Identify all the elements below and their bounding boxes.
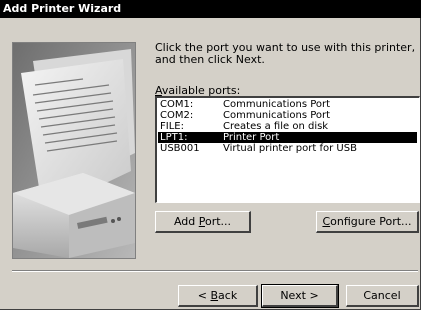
printer-paper-icon (13, 43, 135, 258)
back-label-post: ack (218, 289, 238, 302)
cancel-button[interactable]: Cancel (346, 285, 419, 307)
configure-port-label-post: onfigure Port... (330, 215, 412, 228)
configure-port-label-accel: C (322, 215, 331, 228)
window-title: Add Printer Wizard (3, 2, 122, 15)
port-name: LPT1: (160, 132, 188, 143)
list-item-selected[interactable]: LPT1: Printer Port (158, 132, 417, 143)
available-ports-list[interactable]: COM1: Communications Port COM2: Communic… (155, 96, 420, 203)
add-printer-wizard-window: Add Printer Wizard Click the port you wa… (0, 0, 421, 310)
add-port-label-post: ort... (204, 215, 232, 228)
add-port-button[interactable]: Add Port... (155, 211, 251, 233)
port-name: USB001 (160, 143, 200, 154)
port-description: Virtual printer port for USB (223, 143, 357, 154)
next-label: Next > (280, 289, 319, 302)
back-button[interactable]: < Back (178, 285, 258, 307)
port-description: Printer Port (223, 132, 280, 143)
port-description: Communications Port (223, 99, 331, 110)
printer-illustration (12, 42, 136, 259)
footer-separator (12, 270, 418, 272)
list-item[interactable]: COM2: Communications Port (158, 110, 417, 121)
cancel-label: Cancel (363, 289, 401, 302)
add-port-label-pre: Add (173, 215, 199, 228)
next-button[interactable]: Next > (261, 284, 339, 308)
port-name: COM2: (160, 110, 194, 121)
port-name: COM1: (160, 99, 194, 110)
port-description: Creates a file on disk (223, 121, 329, 132)
instruction-text: Click the port you want to use with this… (155, 41, 416, 66)
configure-port-button[interactable]: Configure Port... (316, 211, 419, 233)
port-name: FILE: (160, 121, 184, 132)
list-item[interactable]: USB001 Virtual printer port for USB (158, 143, 417, 154)
list-item[interactable]: COM1: Communications Port (158, 99, 417, 110)
back-label-pre: < (197, 289, 211, 302)
title-bar[interactable]: Add Printer Wizard (0, 0, 421, 18)
port-description: Communications Port (223, 110, 331, 121)
list-item[interactable]: FILE: Creates a file on disk (158, 121, 417, 132)
back-label-accel: B (210, 289, 219, 302)
